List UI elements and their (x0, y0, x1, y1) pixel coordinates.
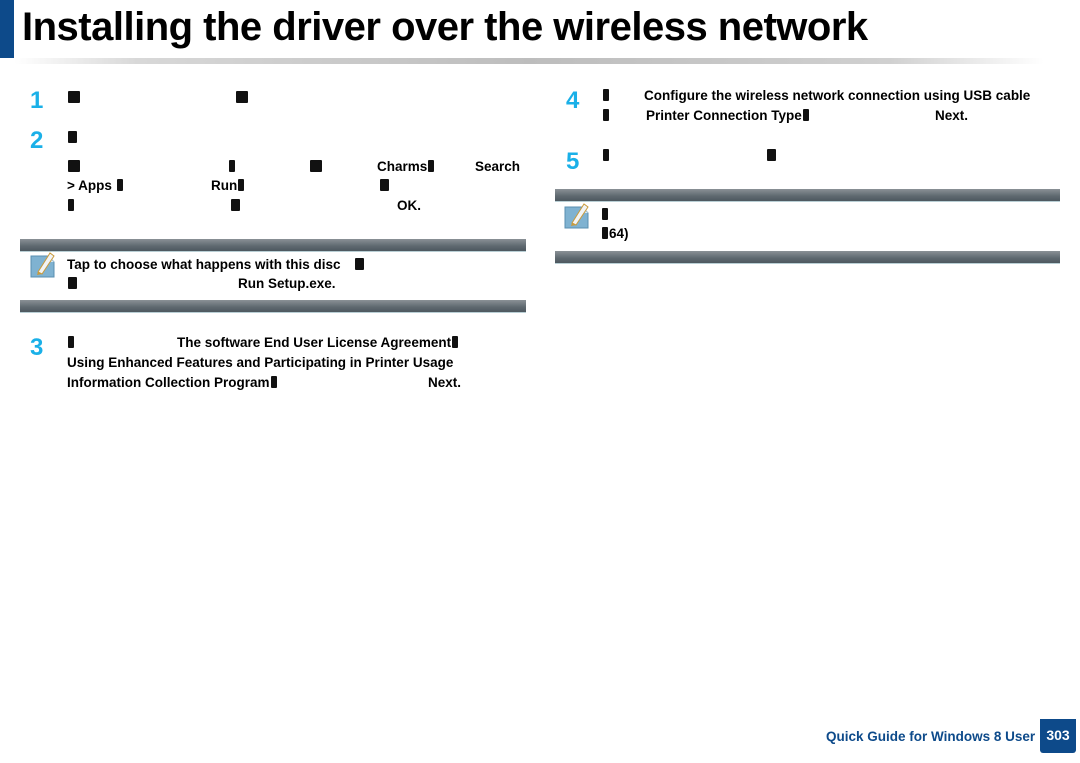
connection-type-label: Printer Connection Type (646, 108, 802, 123)
glyph-artifact (229, 160, 235, 172)
glyph-artifact (68, 277, 77, 289)
glyph-artifact (116, 179, 123, 191)
ok-label: OK. (397, 198, 422, 213)
note-top-bar (555, 189, 1060, 202)
configure-label: Configure the wireless network connectio… (644, 88, 1031, 103)
note-bottom-bar (555, 251, 1060, 264)
page-title: Installing the driver over the wireless … (22, 5, 868, 49)
glyph-artifact (68, 131, 77, 143)
page-number-badge: 303 (1040, 719, 1076, 753)
step-3-text-line-2: Using Enhanced Features and Participatin… (67, 355, 454, 370)
note-line-2: 64) (601, 224, 629, 243)
note-pencil-icon (30, 252, 55, 278)
note-top-bar (20, 239, 526, 252)
glyph-artifact (603, 89, 609, 101)
step-2-text-line-1 (67, 128, 78, 147)
search-label: Search (475, 159, 521, 174)
step-4-text-line-1: Configure the wireless network connectio… (602, 86, 1062, 105)
note-bottom-bar (20, 300, 526, 313)
step-2-text-line-3: > Apps Run (67, 176, 527, 195)
glyph-artifact (428, 160, 435, 172)
glyph-artifact (236, 91, 248, 103)
glyph-artifact (68, 199, 74, 211)
glyph-artifact (602, 208, 608, 220)
glyph-artifact (767, 149, 776, 161)
title-accent-bar (0, 0, 14, 58)
step-number-3: 3 (30, 334, 44, 361)
glyph-artifact (802, 109, 809, 121)
glyph-artifact (355, 258, 365, 270)
run-setup-label: Run Setup.exe. (238, 276, 336, 291)
program-label: Information Collection Program (67, 375, 270, 390)
step-number-4: 4 (566, 87, 580, 114)
step-number-5: 5 (566, 148, 580, 175)
next-label: Next. (935, 108, 969, 123)
guide-label: Quick Guide for Windows 8 User (826, 729, 1036, 744)
glyph-artifact (68, 336, 74, 348)
glyph-artifact (380, 179, 389, 191)
glyph-artifact (68, 160, 80, 172)
step-3-text-line-3: Information Collection Program Next. (67, 373, 527, 392)
note-pencil-icon (564, 203, 589, 229)
run-label: Run (211, 178, 238, 193)
apps-label: > Apps (67, 178, 112, 193)
next-label: Next. (428, 375, 462, 390)
note-line-2: Run Setup.exe. (67, 274, 527, 293)
step-1-text (67, 88, 248, 107)
glyph-artifact (231, 199, 240, 211)
step-4-text-line-2: Printer Connection Type Next. (602, 106, 1062, 125)
page-reference: 64) (609, 226, 629, 241)
note-line-1: Tap to choose what happens with this dis… (67, 255, 365, 274)
title-divider (14, 58, 1044, 64)
step-3-text-line-1: The software End User License Agreement (67, 333, 527, 352)
glyph-artifact (602, 227, 608, 239)
glyph-artifact (603, 109, 609, 121)
step-2-text-line-2: Charms Search (67, 157, 527, 176)
glyph-artifact (68, 91, 80, 103)
charms-label: Charms (377, 159, 428, 174)
step-2-text-line-4: OK. (67, 196, 527, 215)
glyph-artifact (270, 376, 277, 388)
step-5-text (602, 146, 1062, 165)
note-line-1 (601, 205, 609, 224)
glyph-artifact (603, 149, 609, 161)
eula-label: The software End User License Agreement (177, 335, 452, 350)
glyph-artifact (310, 160, 322, 172)
glyph-artifact (452, 336, 459, 348)
step-number-1: 1 (30, 87, 44, 114)
glyph-artifact (238, 179, 245, 191)
step-number-2: 2 (30, 127, 44, 154)
